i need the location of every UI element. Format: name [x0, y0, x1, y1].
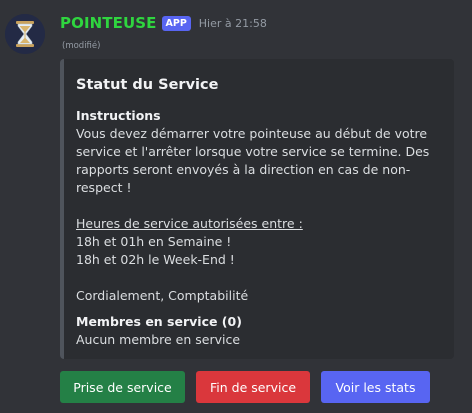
service-status-embed: Statut du Service Instructions Vous deve… [60, 59, 454, 359]
end-service-button[interactable]: Fin de service [196, 371, 310, 403]
members-title: Membres en service (0) [76, 314, 242, 329]
author-name[interactable]: POINTEUSE [60, 14, 157, 32]
bot-message: POINTEUSE APP Hier à 21:58 (modifié) Sta… [0, 0, 472, 413]
view-stats-button[interactable]: Voir les stats [321, 371, 430, 403]
app-badge: APP [161, 15, 191, 31]
embed-title: Statut du Service [76, 77, 219, 93]
message-timestamp[interactable]: Hier à 21:58 [199, 17, 267, 30]
hours-title: Heures de service autorisées entre : [76, 216, 303, 231]
hourglass-icon [5, 14, 45, 54]
instructions-title: Instructions [76, 108, 161, 123]
hours-week: 18h et 01h en Semaine ! [76, 234, 232, 249]
action-buttons: Prise de service Fin de service Voir les… [60, 371, 430, 403]
signature-text: Cordialement, Comptabilité [76, 288, 249, 303]
hours-weekend: 18h et 02h le Week-End ! [76, 252, 235, 267]
avatar[interactable] [5, 14, 45, 54]
edited-label: (modifié) [62, 41, 101, 51]
instructions-text: Vous devez démarrer votre pointeuse au d… [76, 126, 430, 195]
members-text: Aucun membre en service [76, 332, 241, 347]
message-header: POINTEUSE APP Hier à 21:58 [60, 12, 267, 34]
start-service-button[interactable]: Prise de service [60, 371, 185, 403]
